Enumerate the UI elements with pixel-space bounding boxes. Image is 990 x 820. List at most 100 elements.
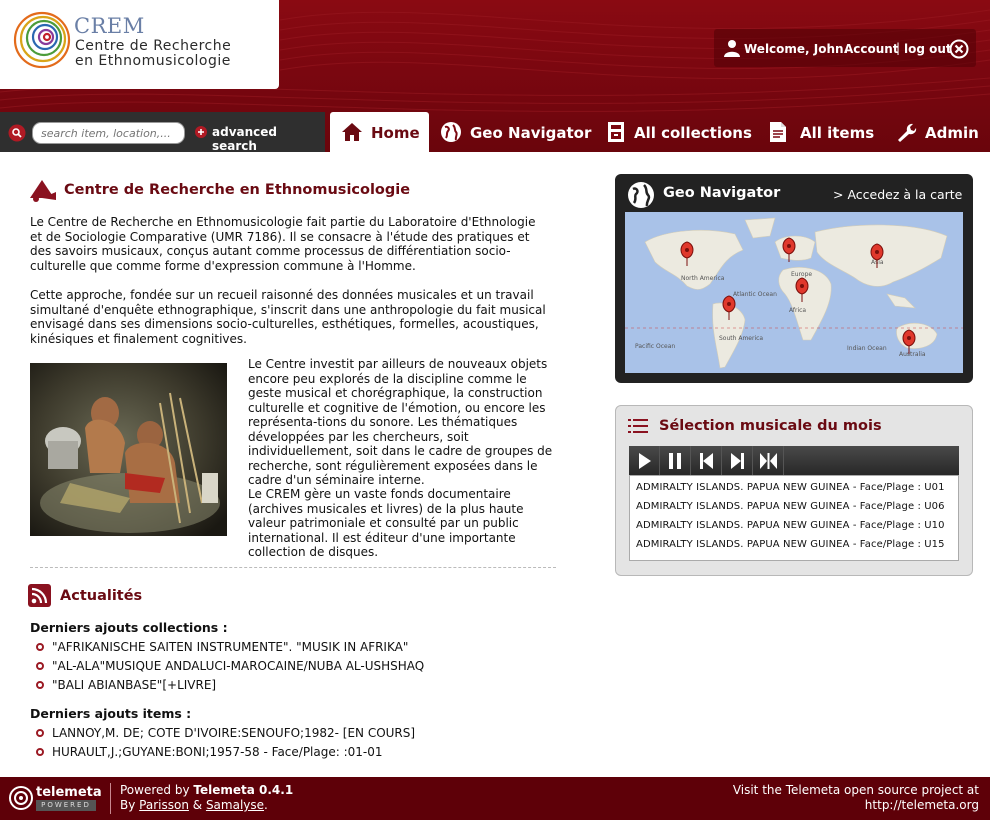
playlist-item[interactable]: ADMIRALTY ISLANDS. PAPUA NEW GUINEA - Fa… [630,516,958,535]
musicians-photo [30,363,227,536]
previous-button[interactable] [691,446,722,476]
telemeta-logo-icon[interactable] [8,784,34,812]
latest-items-list: LANNOY,M. DE; COTE D'IVOIRE:SENOUFO;1982… [36,725,415,763]
collection-link[interactable]: "AL-ALA"MUSIQUE ANDALUCI-MAROCAINE/NUBA … [36,658,424,677]
stop-icon [760,453,777,469]
powered-badge: POWERED [36,800,96,811]
bullet-icon [36,748,44,756]
map-label: Europe [791,271,812,278]
pause-icon [669,453,681,469]
playlist-item[interactable]: ADMIRALTY ISLANDS. PAPUA NEW GUINEA - Fa… [630,535,958,554]
logo-acronym: CREM [74,14,145,38]
account-link[interactable]: Account [844,42,899,56]
powered-by-text: Powered by Telemeta 0.4.1 [120,783,294,797]
tab-home-label: Home [371,124,420,142]
playlist: ADMIRALTY ISLANDS. PAPUA NEW GUINEA - Fa… [629,475,959,561]
items-icon [770,122,786,142]
geo-map-link[interactable]: > Accedez à la carte [833,187,962,202]
latest-collections-list: "AFRIKANISCHE SAITEN INSTRUMENTE". "MUSI… [36,639,424,696]
visit-text: Visit the Telemeta open source project a… [732,783,979,797]
user-menu-separator: | [896,41,901,55]
next-icon [731,453,744,469]
section-divider [30,567,556,568]
bullet-icon [36,681,44,689]
rss-icon[interactable] [28,584,51,607]
intro-paragraph-3: Le Centre investit par ailleurs de nouve… [248,357,553,487]
search-icon[interactable] [8,124,26,142]
latest-items-heading: Derniers ajouts items : [30,706,192,721]
bullet-icon [36,643,44,651]
play-icon [639,453,651,469]
tab-items-label: All items [800,124,875,142]
map-label: South America [719,335,763,342]
intro-paragraph-2: Cette approche, fondée sur un recueil ra… [30,288,546,346]
search-input[interactable] [32,122,185,144]
intro-title: Centre de Recherche en Ethnomusicologie [64,182,411,198]
tab-geo-navigator[interactable]: Geo Navigator [440,112,592,152]
telemeta-url-link[interactable]: http://telemeta.org [865,798,979,812]
logout-link[interactable]: log out [904,42,952,56]
globe-icon [628,182,654,208]
logo-line-2: en Ethnomusicologie [75,53,231,69]
item-link[interactable]: LANNOY,M. DE; COTE D'IVOIRE:SENOUFO;1982… [36,725,415,744]
user-icon [724,40,740,57]
tab-admin[interactable]: Admin [895,112,990,152]
playlist-item[interactable]: ADMIRALTY ISLANDS. PAPUA NEW GUINEA - Fa… [630,478,958,497]
tab-admin-label: Admin [925,124,979,142]
telemeta-brand[interactable]: telemeta [36,785,102,800]
collection-link[interactable]: "AFRIKANISCHE SAITEN INSTRUMENTE". "MUSI… [36,639,424,658]
megaphone-icon [30,180,56,202]
map-label: Australia [899,351,926,358]
crem-spiral-logo-icon [13,11,71,69]
collections-icon [608,122,624,142]
map-label: Indian Ocean [847,345,887,352]
tab-all-items[interactable]: All items [768,112,888,152]
tab-home[interactable]: Home [330,112,429,152]
collection-link[interactable]: "BALI ABIANBASE"[+LIVRE] [36,677,424,696]
map-label: Pacific Ocean [635,343,675,350]
globe-icon [441,122,461,142]
music-selection-panel: Sélection musicale du mois ADMIRALTY ISL… [615,405,973,576]
item-link[interactable]: HURAULT,J.;GUYANE:BONI;1957-58 - Face/Pl… [36,744,415,763]
intro-paragraph-4: Le CREM gère un vaste fonds documentaire… [248,487,524,559]
playlist-item[interactable]: ADMIRALTY ISLANDS. PAPUA NEW GUINEA - Fa… [630,497,958,516]
samalyse-link[interactable]: Samalyse [206,798,264,812]
advanced-search-link[interactable]: advanced search [212,125,325,152]
search-bar: advanced search [0,112,325,152]
welcome-text: Welcome, John. [744,42,849,56]
tab-collections-label: All collections [634,124,752,142]
logo-line-1: Centre de Recherche [75,38,232,54]
crem-logo[interactable]: CREM Centre de Recherche en Ethnomusicol… [0,0,279,89]
map-label: Africa [789,307,806,314]
bullet-icon [36,662,44,670]
next-button[interactable] [722,446,753,476]
advanced-search-plus-icon[interactable] [195,126,207,138]
intro-paragraph-1: Le Centre de Recherche en Ethnomusicolog… [30,215,536,273]
tab-geo-label: Geo Navigator [470,124,592,142]
logout-icon[interactable] [949,39,969,59]
play-button[interactable] [629,446,660,476]
geo-navigator-title: Geo Navigator [663,185,781,201]
music-selection-title: Sélection musicale du mois [659,418,882,434]
map-label: Atlantic Ocean [733,291,777,298]
stop-button[interactable] [753,446,784,476]
wrench-icon [898,123,917,142]
parisson-link[interactable]: Parisson [139,798,189,812]
tab-all-collections[interactable]: All collections [606,112,756,152]
telemeta-version: Telemeta 0.4.1 [193,783,294,797]
world-map[interactable]: North America Europe Asia Atlantic Ocean… [625,212,963,373]
site-footer: telemeta POWERED Powered by Telemeta 0.4… [0,777,990,820]
by-text: By Parisson & Samalyse. [120,798,268,812]
latest-collections-heading: Derniers ajouts collections : [30,620,228,635]
previous-icon [700,453,713,469]
audio-player-controls [629,446,959,476]
home-icon [342,123,362,141]
news-title: Actualités [60,588,143,604]
user-menu: Welcome, John. Account | log out [714,29,976,67]
geo-navigator-panel: Geo Navigator > Accedez à la carte North… [615,174,973,383]
list-icon [628,419,648,433]
pause-button[interactable] [660,446,691,476]
map-label: North America [681,275,725,282]
bullet-icon [36,729,44,737]
footer-separator [110,783,111,814]
